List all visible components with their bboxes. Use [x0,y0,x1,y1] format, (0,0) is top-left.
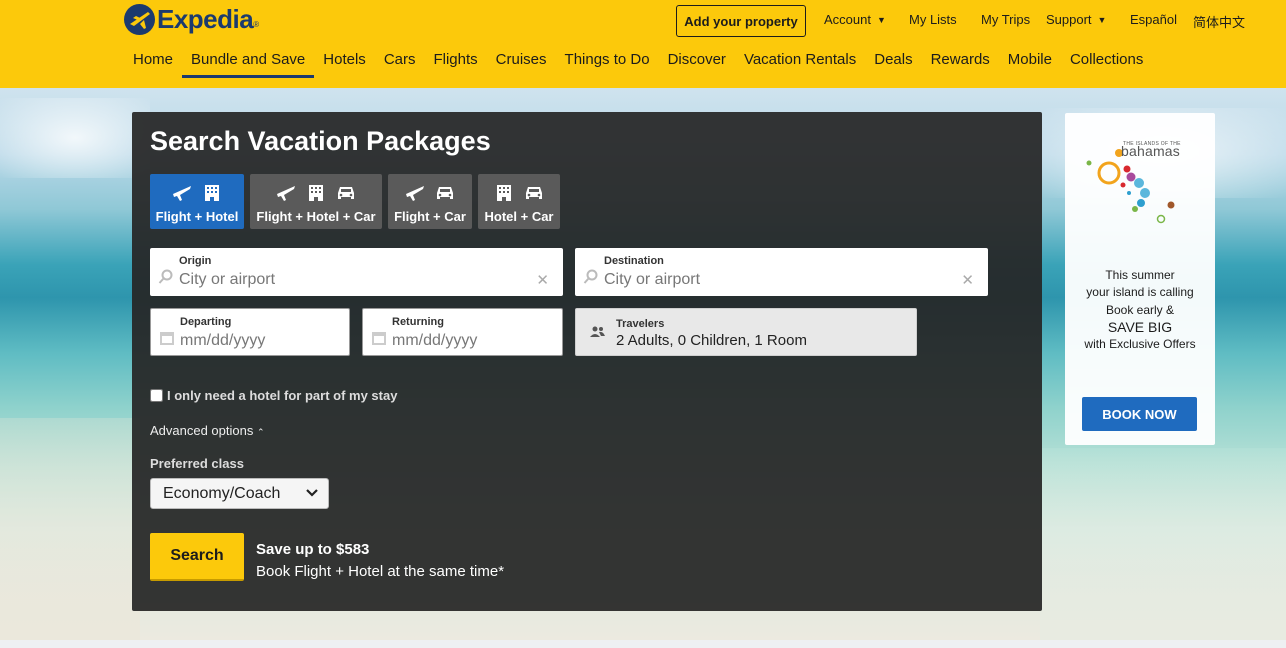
tab-label: Flight + Car [394,209,466,224]
ad-brand: bahamas [1121,143,1180,159]
travelers-selector[interactable]: Travelers 2 Adults, 0 Children, 1 Room [575,308,917,356]
site-header: Expedia ® Add your property Account ▼ My … [0,0,1286,88]
advanced-options-label: Advanced options [150,423,254,438]
origin-label: Origin [179,255,212,267]
plane-icon [406,186,424,201]
ad-line-1: This summer [1105,268,1175,282]
ad-line-3: Book early & [1105,303,1175,317]
returning-field[interactable]: Returning [362,308,563,356]
add-property-button[interactable]: Add your property [676,5,806,37]
plane-icon [173,186,191,201]
departing-label: Departing [180,316,232,328]
hero-sand [0,418,140,640]
preferred-class-value: Economy/Coach [163,485,281,502]
nav-home[interactable]: Home [124,47,182,78]
destination-field[interactable]: Destination ✕ [575,248,988,296]
travelers-value: 2 Adults, 0 Children, 1 Room [616,332,807,349]
account-menu[interactable]: Account ▼ [824,12,886,27]
language-espanol-link[interactable]: Español [1130,12,1177,27]
logo-text: Expedia [157,4,254,34]
car-icon [437,187,453,199]
clear-icon[interactable]: ✕ [961,271,974,289]
returning-input[interactable] [392,332,552,350]
hotel-icon [497,185,511,201]
hero-sand [1040,448,1286,640]
support-menu[interactable]: Support ▼ [1046,12,1106,27]
plane-icon [277,186,295,201]
nav-deals[interactable]: Deals [865,47,921,78]
advanced-options-toggle[interactable]: Advanced options ⌃ [150,423,265,438]
calendar-icon [160,332,174,345]
tab-flight-hotel-car[interactable]: Flight + Hotel + Car [250,174,382,229]
nav-collections[interactable]: Collections [1061,47,1152,78]
travelers-label: Travelers [616,318,665,330]
ad-line-2: your island is calling [1086,285,1194,299]
my-trips-link[interactable]: My Trips [981,12,1030,27]
search-icon [583,269,598,284]
calendar-icon [372,332,386,345]
page-footer-strip [0,640,1286,648]
clear-icon[interactable]: ✕ [536,271,549,289]
tab-flight-car[interactable]: Flight + Car [388,174,472,229]
partial-hotel-option[interactable]: I only need a hotel for part of my stay [150,388,397,403]
nav-mobile[interactable]: Mobile [999,47,1061,78]
preferred-class-select[interactable]: Economy/Coach [150,478,329,509]
globe-plane-icon [124,4,155,35]
nav-vacation-rentals[interactable]: Vacation Rentals [735,47,865,78]
nav-cars[interactable]: Cars [375,47,425,78]
vacation-package-search-panel: Search Vacation Packages Flight + Hotel … [132,112,1042,611]
nav-things-to-do[interactable]: Things to Do [556,47,659,78]
nav-flights[interactable]: Flights [424,47,486,78]
language-chinese-link[interactable]: 简体中文 [1193,12,1245,31]
people-icon [590,326,605,337]
tab-label: Flight + Hotel + Car [256,209,376,224]
main-nav: Home Bundle and Save Hotels Cars Flights… [124,47,1152,79]
search-button[interactable]: Search [150,533,244,581]
tab-label: Hotel + Car [484,209,554,224]
expedia-logo[interactable]: Expedia ® [124,4,259,35]
tab-hotel-car[interactable]: Hotel + Car [478,174,560,229]
partial-hotel-checkbox[interactable] [150,389,163,402]
departing-field[interactable]: Departing [150,308,350,356]
save-headline: Save up to $583 [256,541,370,558]
hotel-icon [309,185,323,201]
destination-label: Destination [604,255,664,267]
chevron-down-icon [306,489,318,497]
destination-input[interactable] [604,271,934,289]
car-icon [526,187,542,199]
support-label: Support [1046,12,1092,27]
nav-cruises[interactable]: Cruises [487,47,556,78]
chevron-down-icon: ▼ [876,15,886,25]
logo-trademark: ® [253,20,260,29]
departing-input[interactable] [180,332,340,350]
preferred-class-label: Preferred class [150,456,244,471]
book-now-button[interactable]: BOOK NOW [1082,397,1197,431]
chevron-down-icon: ▼ [1097,15,1107,25]
save-subtext: Book Flight + Hotel at the same time* [256,563,505,580]
ad-line-5: with Exclusive Offers [1084,337,1196,351]
car-icon [338,187,354,199]
nav-rewards[interactable]: Rewards [922,47,999,78]
hotel-icon [205,185,219,201]
hero-cloud [0,98,150,178]
origin-input[interactable] [179,271,509,289]
nav-hotels[interactable]: Hotels [314,47,375,78]
search-title: Search Vacation Packages [150,126,491,156]
nav-bundle-and-save[interactable]: Bundle and Save [182,47,315,78]
returning-label: Returning [392,316,444,328]
bahamas-ad[interactable]: THE ISLANDS OF THE bahamas This summer y… [1065,113,1215,445]
account-label: Account [824,12,871,27]
tab-label: Flight + Hotel [155,209,239,224]
nav-discover[interactable]: Discover [659,47,735,78]
my-lists-link[interactable]: My Lists [909,12,957,27]
origin-field[interactable]: Origin ✕ [150,248,563,296]
partial-hotel-label: I only need a hotel for part of my stay [167,388,398,403]
ad-line-4: SAVE BIG [1107,319,1173,335]
search-icon [158,269,173,284]
tab-flight-hotel[interactable]: Flight + Hotel [150,174,244,229]
chevron-up-double-icon: ⌃ [256,427,265,437]
